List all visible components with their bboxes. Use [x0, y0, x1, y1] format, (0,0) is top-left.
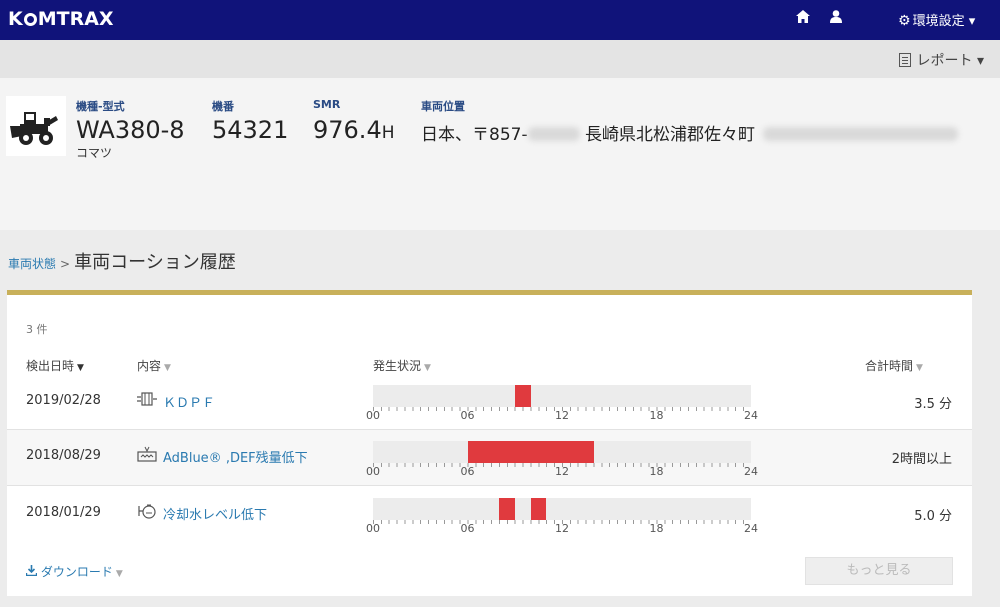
show-more-button[interactable]: もっと見る — [805, 557, 953, 585]
row-content-link[interactable]: 冷却水レベル低下 — [137, 503, 267, 523]
occurrence-segment — [499, 498, 515, 520]
download-menu[interactable]: ダウンロード ▼ — [25, 563, 123, 580]
timeline-tick-label: 00 — [366, 465, 380, 478]
result-count: 3 件 — [26, 323, 48, 336]
model-label: 機種-型式 — [76, 100, 125, 113]
timeline-tick-label: 00 — [366, 409, 380, 422]
def-level-icon — [137, 446, 157, 466]
row-total-time: 5.0 分 — [914, 509, 952, 524]
serial-value: 54321 — [212, 116, 289, 144]
komtrax-logo[interactable]: K MTRAX — [8, 8, 114, 30]
settings-label: 環境設定 — [912, 14, 965, 29]
column-header-status[interactable]: 発生状況 ▼ — [373, 357, 431, 374]
download-label: ダウンロード — [40, 565, 113, 579]
smr-value: 976.4H — [313, 116, 395, 144]
home-icon[interactable] — [796, 10, 810, 27]
occurrence-segment — [514, 385, 531, 407]
document-icon — [898, 53, 911, 67]
breadcrumb-separator: > — [60, 257, 71, 271]
occurrence-timeline — [373, 498, 751, 520]
timeline-tick-label: 12 — [555, 522, 569, 535]
column-header-total[interactable]: 合計時間 ▼ — [865, 357, 923, 374]
timeline-tick-label: 24 — [744, 522, 758, 535]
sort-icon: ▼ — [164, 363, 171, 373]
column-header-content[interactable]: 内容 ▼ — [137, 357, 171, 374]
row-date: 2018/01/29 — [26, 505, 101, 520]
row-date: 2019/02/28 — [26, 393, 101, 408]
coolant-level-icon — [137, 503, 157, 523]
timeline-tick-label: 18 — [649, 409, 664, 422]
serial-label: 機番 — [212, 100, 234, 113]
settings-menu[interactable]: ⚙ 環境設定 ▾ — [898, 10, 975, 29]
download-icon — [25, 565, 41, 579]
timeline-tick-label: 06 — [460, 522, 475, 535]
table-row: 2019/02/28 ＫＤＰＦ 3.5 分 00 06 12 18 24 — [7, 377, 972, 429]
row-total-time: 3.5 分 — [914, 397, 952, 412]
wheel-loader-image — [6, 96, 66, 156]
gear-icon: ⚙ — [898, 13, 911, 29]
user-icon[interactable] — [830, 10, 842, 27]
timeline-tick-label: 18 — [649, 522, 664, 535]
row-content-link[interactable]: ＫＤＰＦ — [137, 391, 215, 411]
row-content-link[interactable]: AdBlue® ,DEF残量低下 — [137, 446, 308, 466]
report-menu[interactable]: レポート ▾ — [898, 50, 984, 70]
location-value: 日本、〒857- 長崎県北松浦郡佐々町 — [421, 120, 958, 145]
table-row: 2018/08/29 AdBlue® ,DEF残量低下 2時間以上 00 06 12… — [7, 429, 972, 486]
report-bar: レポート ▾ — [0, 40, 1000, 78]
sort-icon: ▼ — [424, 363, 431, 373]
machine-info-panel: 機種-型式 WA380-8 コマツ 機番 54321 SMR 976.4H 車両… — [0, 78, 1000, 230]
occurrence-segment — [530, 498, 547, 520]
row-date: 2018/08/29 — [26, 448, 101, 463]
location-label: 車両位置 — [421, 100, 465, 113]
caution-history-card: 3 件 検出日時 ▼ 内容 ▼ 発生状況 ▼ 合計時間 ▼ 2019/02/28 ＫＤＰ… — [7, 290, 972, 596]
model-value: WA380-8 — [76, 116, 185, 144]
maker-name: コマツ — [76, 146, 113, 160]
smr-label: SMR — [313, 98, 341, 111]
timeline-tick-label: 00 — [366, 522, 380, 535]
chevron-down-icon: ▾ — [968, 14, 976, 29]
breadcrumb: 車両状態 > 車両コーション履歴 — [8, 248, 236, 274]
column-header-date[interactable]: 検出日時 ▼ — [26, 357, 84, 374]
timeline-tick-label: 06 — [460, 465, 475, 478]
breadcrumb-vehicle-status-link[interactable]: 車両状態 — [8, 257, 56, 271]
row-total-time: 2時間以上 — [891, 452, 952, 467]
timeline-tick-label: 24 — [744, 465, 758, 478]
occurrence-timeline — [373, 441, 751, 463]
dpf-icon — [137, 391, 157, 411]
occurrence-segment — [467, 441, 594, 463]
page-title: 車両コーション履歴 — [74, 252, 236, 273]
timeline-tick-label: 12 — [555, 465, 569, 478]
sort-icon: ▼ — [916, 363, 923, 373]
timeline-tick-label: 24 — [744, 409, 758, 422]
sort-desc-icon: ▼ — [77, 363, 84, 373]
report-label: レポート — [916, 53, 973, 69]
top-navigation-bar: K MTRAX ⚙ 環境設定 ▾ — [0, 0, 1000, 40]
timeline-tick-label: 18 — [649, 465, 664, 478]
timeline-tick-label: 12 — [555, 409, 569, 422]
timeline-tick-label: 06 — [460, 409, 475, 422]
occurrence-timeline — [373, 385, 751, 407]
chevron-down-icon: ▼ — [115, 569, 123, 579]
chevron-down-icon: ▾ — [976, 53, 984, 69]
table-row: 2018/01/29 冷却水レベル低下 5.0 分 00 06 12 18 24 — [7, 485, 972, 542]
